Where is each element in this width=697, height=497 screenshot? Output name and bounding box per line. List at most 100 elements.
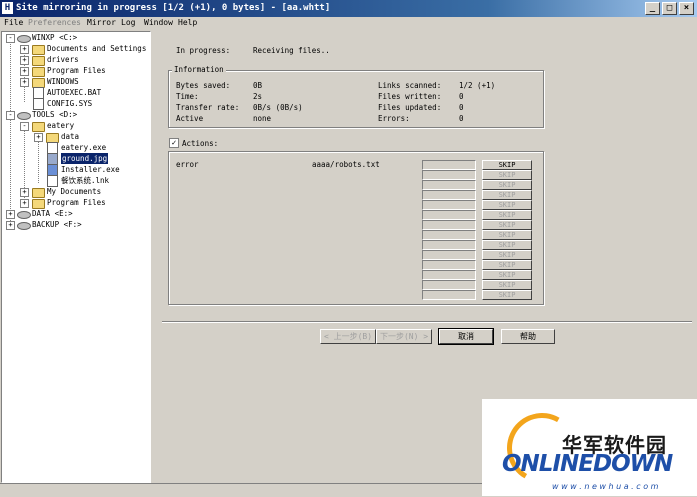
menu-window[interactable]: Window xyxy=(144,18,173,27)
app-icon: H xyxy=(2,2,13,14)
progress-slot xyxy=(422,180,476,190)
tree-line xyxy=(10,42,11,229)
expand-toggle[interactable]: + xyxy=(20,199,29,208)
tree-drive-tools[interactable]: TOOLS <D:> xyxy=(32,109,77,120)
files-updated-label: Files updated: xyxy=(378,103,442,112)
transfer-rate-label: Transfer rate: xyxy=(176,103,240,112)
tree-line xyxy=(38,138,39,183)
skip-button[interactable]: SKIP xyxy=(482,190,532,200)
skip-button[interactable]: SKIP xyxy=(482,180,532,190)
folder-icon xyxy=(32,188,45,198)
help-button[interactable]: 帮助 xyxy=(501,329,555,344)
skip-button[interactable]: SKIP xyxy=(482,240,532,250)
progress-slot xyxy=(422,170,476,180)
tree-file-config[interactable]: CONFIG.SYS xyxy=(47,98,92,109)
information-title: Information xyxy=(172,65,226,74)
menu-help[interactable]: Help xyxy=(178,18,197,27)
menu-preferences[interactable]: Preferences xyxy=(28,18,81,27)
files-updated-value: 0 xyxy=(459,103,464,112)
skip-button[interactable]: SKIP xyxy=(482,170,532,180)
progress-label: In progress: xyxy=(176,46,231,55)
menu-mirror[interactable]: Mirror xyxy=(87,18,116,27)
folder-icon xyxy=(32,56,45,66)
skip-button[interactable]: SKIP xyxy=(482,290,532,300)
skip-button[interactable]: SKIP xyxy=(482,220,532,230)
expand-toggle[interactable]: + xyxy=(6,210,15,219)
folder-icon xyxy=(32,45,45,55)
tree-file-shortcut[interactable]: 餐饮系统.lnk xyxy=(61,175,109,186)
tree-file-autoexec[interactable]: AUTOEXEC.BAT xyxy=(47,87,101,98)
skip-button[interactable]: SKIP xyxy=(482,270,532,280)
files-written-value: 0 xyxy=(459,92,464,101)
tree-file-installer[interactable]: Installer.exe xyxy=(61,164,120,175)
skip-button[interactable]: SKIP xyxy=(482,280,532,290)
time-value: 2s xyxy=(253,92,263,101)
actions-checkbox[interactable]: ✓ xyxy=(169,138,179,148)
tree-folder-eatery[interactable]: eatery xyxy=(47,120,74,131)
collapse-toggle[interactable]: - xyxy=(20,122,29,131)
watermark-url: w w w . n e w h u a . c o m xyxy=(552,482,659,491)
folder-tree[interactable]: - WINXP <C:> + Documents and Settings + … xyxy=(1,31,151,483)
active-value: none xyxy=(253,114,272,123)
skip-button[interactable]: SKIP xyxy=(482,260,532,270)
links-scanned-value: 1/2 (+1) xyxy=(459,81,496,90)
tree-drive-winxp[interactable]: WINXP <C:> xyxy=(32,32,77,43)
cancel-button[interactable]: 取消 xyxy=(438,328,494,345)
collapse-toggle[interactable]: - xyxy=(6,34,15,43)
drive-icon xyxy=(17,35,31,43)
progress-slot xyxy=(422,200,476,210)
drive-icon xyxy=(17,211,31,219)
skip-button[interactable]: SKIP xyxy=(482,160,532,170)
menu-bar: File Preferences Mirror Log Window Help xyxy=(0,17,697,30)
window-controls: _ □ × xyxy=(645,2,694,15)
tree-drive-backup[interactable]: BACKUP <F:> xyxy=(32,219,82,230)
tree-folder-windows[interactable]: WINDOWS xyxy=(47,76,79,87)
time-label: Time: xyxy=(176,92,199,101)
back-button[interactable]: < 上一步(B) xyxy=(320,329,376,344)
tree-folder-program-files-2[interactable]: Program Files xyxy=(47,197,106,208)
close-button[interactable]: × xyxy=(679,2,694,15)
progress-slot xyxy=(422,290,476,300)
tree-folder-data[interactable]: data xyxy=(61,131,79,142)
expand-toggle[interactable]: + xyxy=(20,188,29,197)
expand-toggle[interactable]: + xyxy=(20,45,29,54)
progress-slot xyxy=(422,260,476,270)
drive-icon xyxy=(17,222,31,230)
tree-file-ground-jpg[interactable]: ground.jpg xyxy=(61,153,109,164)
tree-folder-drivers[interactable]: drivers xyxy=(47,54,79,65)
bytes-saved-value: 0B xyxy=(253,81,263,90)
tree-file-eatery-exe[interactable]: eatery.exe xyxy=(61,142,106,153)
progress-slot xyxy=(422,240,476,250)
expand-toggle[interactable]: + xyxy=(20,78,29,87)
minimize-button[interactable]: _ xyxy=(645,2,660,15)
next-button[interactable]: 下一步(N) > xyxy=(376,329,432,344)
progress-slot xyxy=(422,210,476,220)
expand-toggle[interactable]: + xyxy=(20,67,29,76)
skip-button[interactable]: SKIP xyxy=(482,200,532,210)
expand-toggle[interactable]: + xyxy=(6,221,15,230)
watermark: 华军软件园 ONLINEDOWN w w w . n e w h u a . c… xyxy=(482,399,697,496)
progress-slot xyxy=(422,250,476,260)
menu-log[interactable]: Log xyxy=(121,18,135,27)
tree-folder-my-documents[interactable]: My Documents xyxy=(47,186,101,197)
action-file: aaaa/robots.txt xyxy=(312,160,380,169)
tree-drive-data[interactable]: DATA <E:> xyxy=(32,208,73,219)
information-group xyxy=(168,70,544,128)
progress-value: Receiving files.. xyxy=(253,46,330,55)
tree-folder-program-files[interactable]: Program Files xyxy=(47,65,106,76)
collapse-toggle[interactable]: - xyxy=(6,111,15,120)
skip-button[interactable]: SKIP xyxy=(482,230,532,240)
action-status: error xyxy=(176,160,199,169)
expand-toggle[interactable]: + xyxy=(34,133,43,142)
menu-file[interactable]: File xyxy=(4,18,23,27)
skip-button[interactable]: SKIP xyxy=(482,250,532,260)
skip-button[interactable]: SKIP xyxy=(482,210,532,220)
drive-icon xyxy=(17,112,31,120)
maximize-button[interactable]: □ xyxy=(662,2,677,15)
progress-slot xyxy=(422,190,476,200)
errors-value: 0 xyxy=(459,114,464,123)
links-scanned-label: Links scanned: xyxy=(378,81,442,90)
tree-folder-documents[interactable]: Documents and Settings xyxy=(47,43,146,54)
progress-slot xyxy=(422,280,476,290)
expand-toggle[interactable]: + xyxy=(20,56,29,65)
